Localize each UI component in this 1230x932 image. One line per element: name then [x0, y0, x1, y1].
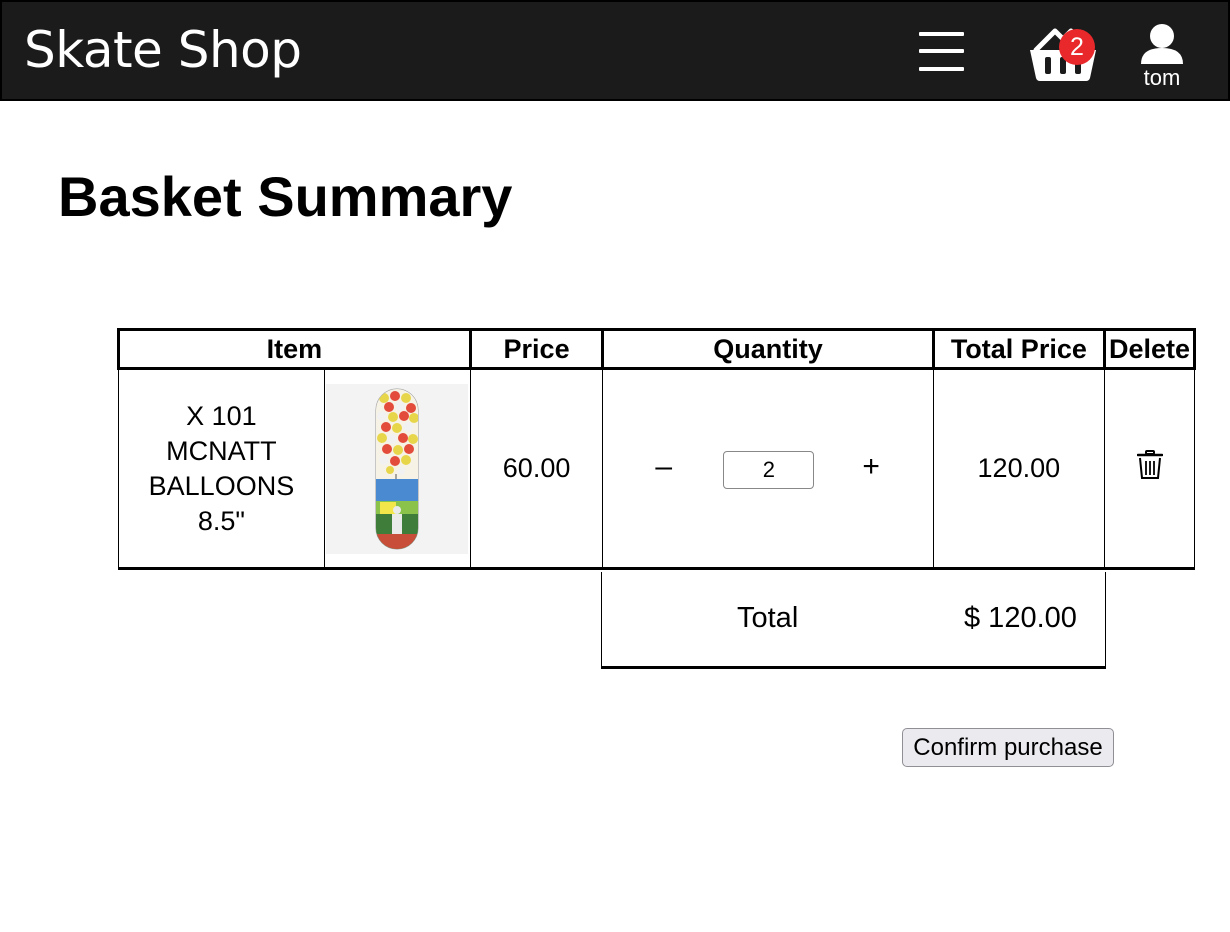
item-name-cell: X 101 MCNATT BALLOONS 8.5"	[118, 368, 325, 570]
item-delete-cell	[1104, 368, 1195, 570]
brand-title[interactable]: Skate Shop	[24, 20, 302, 80]
user-account[interactable]: tom	[1130, 22, 1194, 92]
basket-table: Item Price Quantity Total Price Delete X…	[117, 328, 1196, 570]
item-quantity-cell: – +	[602, 368, 934, 570]
item-total-price-cell: 120.00	[932, 368, 1106, 570]
item-name: X 101 MCNATT BALLOONS 8.5"	[148, 400, 295, 536]
item-total-price: 120.00	[977, 453, 1061, 483]
user-icon	[1141, 24, 1183, 64]
table-header-row: Item Price Quantity Total Price Delete	[117, 328, 1196, 370]
quantity-stepper: – +	[603, 370, 932, 567]
header-item: Item	[117, 328, 472, 370]
trash-icon[interactable]	[1136, 450, 1163, 487]
total-value: $ 120.00	[964, 602, 1077, 634]
basket-total: Total $ 120.00	[601, 572, 1106, 669]
page-title: Basket Summary	[58, 165, 513, 228]
quantity-input[interactable]	[723, 451, 815, 489]
item-price-cell: 60.00	[469, 368, 604, 570]
item-price: 60.00	[502, 453, 571, 483]
header-quantity: Quantity	[601, 328, 935, 370]
confirm-purchase-button[interactable]: Confirm purchase	[902, 728, 1114, 767]
table-row: X 101 MCNATT BALLOONS 8.5" 60.00 – 2 + 1…	[118, 368, 1195, 570]
item-image-cell	[323, 368, 471, 570]
header-delete: Delete	[1103, 328, 1196, 370]
decrease-quantity-button[interactable]: –	[655, 450, 672, 484]
skateboard-deck-image[interactable]	[326, 383, 469, 554]
header-price: Price	[468, 328, 605, 370]
increase-quantity-button[interactable]: +	[862, 450, 880, 484]
total-label: Total	[737, 602, 799, 634]
header-total-price: Total Price	[931, 328, 1107, 370]
hamburger-menu-icon[interactable]	[919, 32, 964, 72]
top-navbar: Skate Shop 2 tom	[0, 0, 1230, 101]
username-label: tom	[1143, 65, 1181, 90]
basket-count-badge: 2	[1059, 29, 1095, 65]
